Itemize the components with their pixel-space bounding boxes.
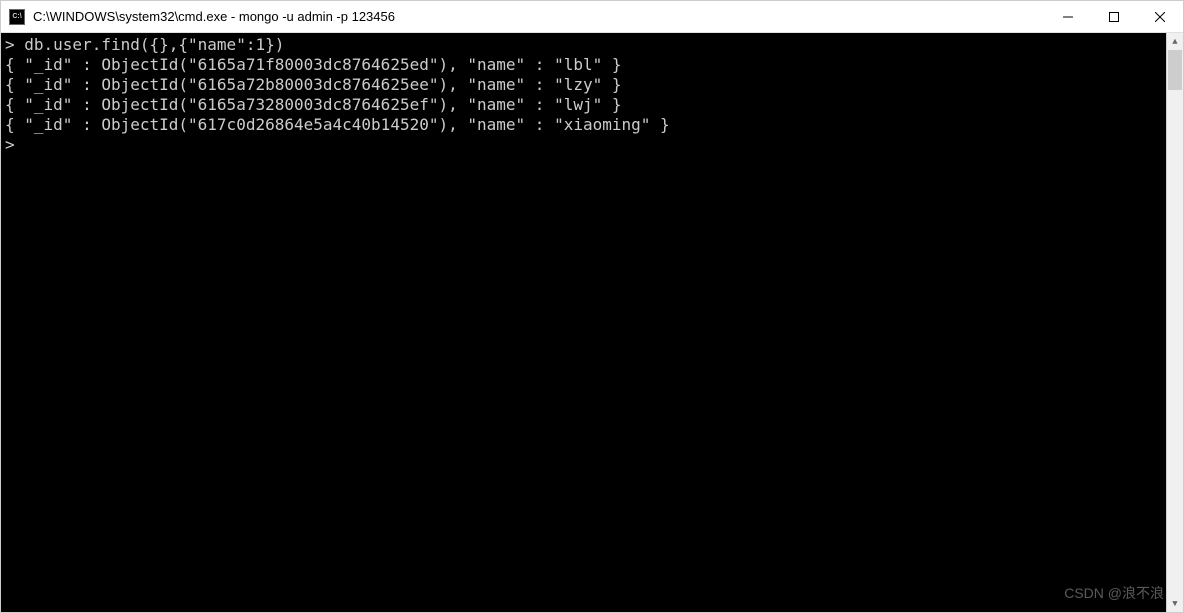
titlebar[interactable]: C:\ C:\WINDOWS\system32\cmd.exe - mongo … [1,1,1183,33]
maximize-icon [1109,12,1119,22]
console-wrapper: > db.user.find({},{"name":1}) { "_id" : … [1,33,1183,612]
minimize-button[interactable] [1045,1,1091,32]
window-controls [1045,1,1183,32]
maximize-button[interactable] [1091,1,1137,32]
window-title: C:\WINDOWS\system32\cmd.exe - mongo -u a… [33,9,1045,24]
minimize-icon [1063,12,1073,22]
scroll-up-arrow[interactable]: ▲ [1167,33,1183,50]
close-button[interactable] [1137,1,1183,32]
console-output[interactable]: > db.user.find({},{"name":1}) { "_id" : … [1,33,1166,612]
close-icon [1155,12,1165,22]
cmd-icon: C:\ [9,9,25,25]
scrollbar-thumb[interactable] [1168,50,1182,90]
vertical-scrollbar[interactable]: ▲ ▼ [1166,33,1183,612]
cmd-window: C:\ C:\WINDOWS\system32\cmd.exe - mongo … [0,0,1184,613]
scroll-down-arrow[interactable]: ▼ [1167,595,1183,612]
